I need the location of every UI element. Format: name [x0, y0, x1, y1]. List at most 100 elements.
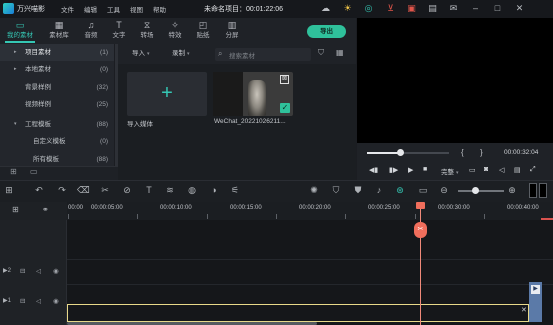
adjust-icon[interactable]: ⚟	[229, 185, 241, 196]
mark-in-icon[interactable]: {	[461, 148, 464, 157]
menu-view[interactable]: 视图	[130, 4, 143, 14]
tick-label: 00:00:20:00	[299, 205, 331, 211]
eye-icon[interactable]: ◉	[53, 297, 59, 305]
tick-label: 00:00:25:00	[368, 205, 400, 211]
lock-icon[interactable]: ⊟	[20, 267, 25, 275]
tick-label: 00:00:40:00	[507, 205, 539, 211]
close-icon[interactable]: ✕	[521, 306, 527, 314]
tab-split-screen[interactable]: ▥ 分屏	[218, 18, 246, 42]
snapshot-icon[interactable]: ◙	[484, 166, 488, 173]
undo-icon[interactable]: ↶	[33, 185, 45, 196]
tab-effects[interactable]: ✧ 特效	[161, 18, 189, 42]
screen-icon[interactable]: ▭	[469, 166, 476, 174]
grid-view-icon[interactable]: ▦	[336, 48, 344, 57]
shield-icon[interactable]: ⛊	[352, 185, 364, 196]
tab-audio[interactable]: ♫ 音频	[77, 18, 105, 42]
sidebar-item-background-samples[interactable]: 背景样例 (32)	[0, 79, 114, 96]
menu-edit[interactable]: 编辑	[84, 4, 97, 14]
minimize-icon[interactable]: –	[470, 3, 481, 14]
settings-icon[interactable]: ▤	[514, 166, 521, 174]
sidebar-item-video-samples[interactable]: 视频样例 (25)	[0, 96, 114, 113]
notification-icon[interactable]: ✉	[448, 3, 459, 14]
tab-text[interactable]: T 文字	[105, 18, 133, 42]
delete-icon[interactable]: ⌫	[77, 185, 90, 196]
zoom-slider-handle[interactable]	[472, 187, 479, 194]
link-icon[interactable]: ⚭	[42, 205, 49, 214]
project-title: 未命名项目：00:01:22:06	[204, 6, 283, 13]
active-tab-indicator	[5, 41, 35, 43]
video-thumbnail-shadow	[213, 72, 243, 116]
tick-mark	[345, 214, 346, 219]
redo-icon[interactable]: ↷	[56, 185, 68, 196]
tab-stock-library[interactable]: ▦ 素材库	[45, 18, 73, 42]
sidebar-item-project-templates[interactable]: ▾ 工程模板 (88)	[0, 116, 114, 133]
video-thumbnail-subject	[248, 80, 266, 116]
marker-icon[interactable]: ⛉	[330, 185, 342, 196]
microphone-icon[interactable]: ♪	[373, 185, 385, 195]
tab-my-media[interactable]: ▭ 我的素材	[6, 18, 34, 42]
fullscreen-icon[interactable]: ⤢	[530, 166, 536, 174]
import-dropdown[interactable]: 导入 ▾	[132, 48, 150, 60]
render-icon[interactable]: ✺	[308, 185, 320, 196]
mute-icon[interactable]: ◁	[36, 297, 41, 305]
color-icon[interactable]: ◑	[208, 185, 220, 195]
playhead-line[interactable]	[420, 202, 421, 325]
menu-file[interactable]: 文件	[61, 4, 74, 14]
video-clip[interactable]	[67, 304, 529, 322]
cut-icon[interactable]: ✂	[99, 185, 111, 196]
audio-wave-icon[interactable]: ≋	[164, 185, 176, 196]
folder-icon: ▭	[15, 20, 25, 30]
snap-icon[interactable]: ⊛	[394, 185, 406, 196]
speed-icon[interactable]: ◍	[186, 185, 198, 196]
chevron-down-icon: ▾	[147, 51, 150, 57]
folder-icon[interactable]: ▭	[30, 167, 38, 176]
play-badge-icon: ▶	[531, 285, 540, 294]
tick-mark	[484, 214, 485, 219]
preview-canvas[interactable]	[357, 18, 553, 143]
sidebar-item-custom-templates[interactable]: 自定义模板 (0)	[0, 133, 114, 150]
quality-dropdown[interactable]: 完整 ▾	[441, 166, 459, 176]
zoom-out-icon[interactable]: ⊖	[438, 185, 450, 196]
zoom-in-icon[interactable]: ⊕	[506, 185, 518, 196]
add-track-icon[interactable]: ⊞	[12, 205, 19, 214]
play-icon[interactable]: ▶	[408, 166, 413, 174]
step-play-icon[interactable]: ▮▶	[389, 166, 398, 174]
close-icon[interactable]: ✕	[514, 3, 525, 14]
volume-icon[interactable]: ◁	[499, 166, 504, 174]
playhead-handle[interactable]	[416, 202, 425, 209]
lightbulb-icon[interactable]: ☀	[342, 3, 353, 14]
headset-icon[interactable]: ◎	[363, 3, 374, 14]
sidebar-item-local-media[interactable]: ▸ 本地素材 (0)	[0, 61, 114, 78]
eye-icon[interactable]: ◉	[53, 267, 59, 275]
fit-timeline-icon[interactable]: ▭	[417, 185, 429, 196]
sidebar-footer	[0, 166, 118, 180]
new-folder-icon[interactable]: ⊞	[10, 167, 17, 176]
mark-out-icon[interactable]: }	[480, 148, 483, 157]
maximize-icon[interactable]: □	[492, 3, 503, 14]
previous-frame-icon[interactable]: ◀▮	[369, 166, 378, 174]
record-dropdown[interactable]: 录制 ▾	[172, 48, 190, 60]
timeline-settings-icon[interactable]: ⊞	[3, 185, 15, 196]
sticker-icon: ◰	[198, 20, 208, 30]
cloud-icon[interactable]: ☁	[320, 3, 331, 14]
filter-icon[interactable]: ⛉	[318, 48, 324, 58]
tab-stickers[interactable]: ◰ 贴纸	[189, 18, 217, 42]
stop-icon[interactable]: ■	[423, 166, 427, 173]
scissors-icon[interactable]: ✂	[414, 222, 427, 238]
cart-icon[interactable]: ⊻	[385, 3, 396, 14]
menu-help[interactable]: 帮助	[153, 4, 166, 14]
save-icon[interactable]: ▤	[427, 3, 438, 14]
app-name: 万兴喵影	[17, 6, 45, 13]
panel-toggle-left[interactable]	[529, 183, 537, 198]
export-button[interactable]: 导出	[307, 25, 346, 38]
lock-icon[interactable]: ⊟	[20, 297, 25, 305]
gift-icon[interactable]: ▣	[406, 3, 417, 14]
panel-toggle-right[interactable]	[539, 183, 547, 198]
menu-tools[interactable]: 工具	[107, 4, 120, 14]
tab-transitions[interactable]: ⧖ 转场	[133, 18, 161, 42]
zoom-slider-track[interactable]	[458, 190, 504, 192]
text-edit-icon[interactable]: T	[143, 185, 155, 195]
crop-icon[interactable]: ⊘	[121, 185, 133, 196]
sidebar-item-project-media[interactable]: ▸ 项目素材 (1)	[0, 44, 114, 61]
mute-icon[interactable]: ◁	[36, 267, 41, 275]
